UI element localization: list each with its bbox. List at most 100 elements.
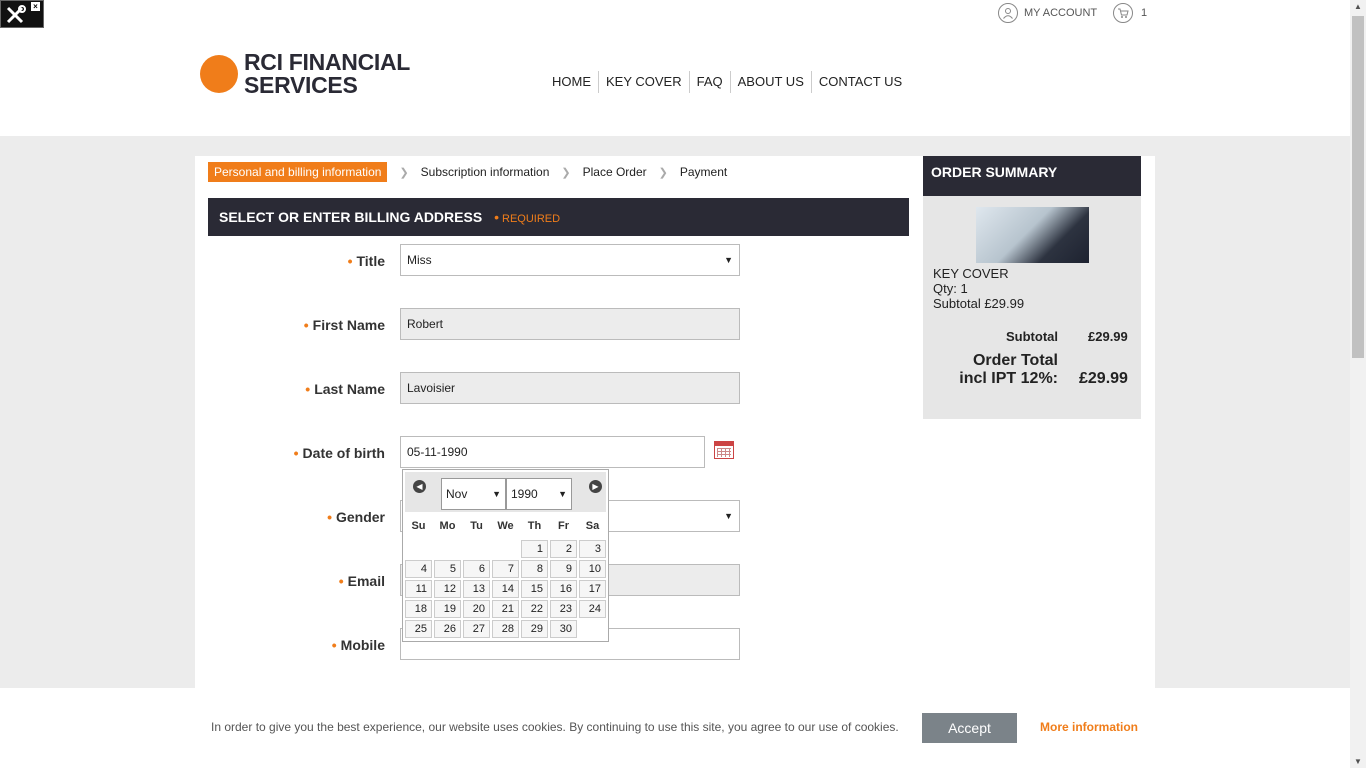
day-cell[interactable]: 26 xyxy=(434,620,461,638)
day-cell[interactable]: 1 xyxy=(521,540,548,558)
day-cell[interactable]: 3 xyxy=(579,540,606,558)
gender-label: • Gender xyxy=(327,509,385,525)
top-bar: MY ACCOUNT 1 xyxy=(0,0,1350,28)
day-cell[interactable]: 25 xyxy=(405,620,432,638)
required-note: • REQUIRED xyxy=(494,209,561,225)
weekday-label: Su xyxy=(411,520,426,532)
weekday-row: Su Mo Tu We Th Fr Sa xyxy=(403,520,608,532)
weekday-label: Tu xyxy=(470,520,483,532)
dob-label: • Date of birth xyxy=(293,445,385,461)
chevron-right-icon: ❯ xyxy=(561,166,571,179)
first-name-label: • First Name xyxy=(303,317,385,333)
day-cell[interactable]: 10 xyxy=(579,560,606,578)
day-cell[interactable]: 30 xyxy=(550,620,577,638)
step-personal-billing[interactable]: Personal and billing information xyxy=(208,162,388,182)
day-cell[interactable]: 12 xyxy=(434,580,461,598)
day-cell[interactable]: 20 xyxy=(463,600,490,618)
title-select[interactable]: Miss ▼ xyxy=(400,244,740,276)
nav-faq[interactable]: FAQ xyxy=(688,71,730,93)
my-account-link[interactable]: MY ACCOUNT xyxy=(998,3,1097,23)
order-summary-heading: ORDER SUMMARY xyxy=(923,156,1141,196)
nav-home[interactable]: HOME xyxy=(545,71,598,93)
logo-text: RCI FINANCIAL SERVICES xyxy=(244,49,411,98)
cookie-message: In order to give you the best experience… xyxy=(211,720,899,734)
day-cell[interactable]: 11 xyxy=(405,580,432,598)
product-image xyxy=(976,207,1089,263)
subtotal-label: Subtotal xyxy=(1006,329,1058,344)
scroll-up-icon[interactable]: ▲ xyxy=(1354,2,1362,11)
datepicker-popup: ◀ Nov ▼ 1990 ▼ ▶ Su Mo Tu We Th Fr Sa 1234567891… xyxy=(402,469,609,642)
chevron-right-icon: ❯ xyxy=(399,166,409,179)
year-select[interactable]: 1990 ▼ xyxy=(506,478,572,510)
day-cell[interactable]: 7 xyxy=(492,560,519,578)
user-icon xyxy=(998,3,1018,23)
day-cell[interactable]: 24 xyxy=(579,600,606,618)
day-cell[interactable]: 8 xyxy=(521,560,548,578)
scrollbar-thumb[interactable] xyxy=(1352,16,1364,358)
title-label: • Title xyxy=(347,253,385,269)
day-cell[interactable]: 21 xyxy=(492,600,519,618)
cookie-banner: In order to give you the best experience… xyxy=(0,688,1350,768)
step-place-order[interactable]: Place Order xyxy=(583,165,647,179)
email-label: • Email xyxy=(338,573,385,589)
section-title: SELECT OR ENTER BILLING ADDRESS xyxy=(219,209,483,225)
nav-contact-us[interactable]: CONTACT US xyxy=(810,71,909,93)
page-scrollbar[interactable]: ▲ ▼ xyxy=(1350,0,1366,768)
nav-key-cover[interactable]: KEY COVER xyxy=(598,71,689,93)
weekday-label: Fr xyxy=(558,520,569,532)
month-select[interactable]: Nov ▼ xyxy=(441,478,506,510)
section-header: SELECT OR ENTER BILLING ADDRESS • REQUIR… xyxy=(208,198,909,236)
day-cell[interactable]: 5 xyxy=(434,560,461,578)
cart-link[interactable]: 1 xyxy=(1113,3,1147,23)
day-cell[interactable]: 27 xyxy=(463,620,490,638)
brand-logo[interactable]: RCI FINANCIAL SERVICES xyxy=(200,51,410,97)
scroll-down-icon[interactable]: ▼ xyxy=(1354,757,1362,766)
weekday-label: Th xyxy=(527,520,542,532)
weekday-label: Mo xyxy=(439,520,456,532)
more-information-link[interactable]: More information xyxy=(1040,720,1138,734)
dropdown-arrow-icon: ▼ xyxy=(558,489,567,499)
dropdown-arrow-icon: ▼ xyxy=(724,511,733,521)
product-name: KEY COVER xyxy=(933,266,1009,281)
last-name-field[interactable]: Lavoisier xyxy=(400,372,740,404)
empty-day-cell xyxy=(405,540,432,558)
day-cell[interactable]: 15 xyxy=(521,580,548,598)
chevron-right-icon: ❯ xyxy=(658,166,668,179)
day-cell[interactable]: 19 xyxy=(434,600,461,618)
product-subtotal: Subtotal £29.99 xyxy=(933,296,1025,311)
day-cell[interactable]: 18 xyxy=(405,600,432,618)
day-cell[interactable]: 2 xyxy=(550,540,577,558)
step-subscription[interactable]: Subscription information xyxy=(421,165,550,179)
day-cell[interactable]: 22 xyxy=(521,600,548,618)
prev-month-icon[interactable]: ◀ xyxy=(413,480,426,493)
day-cell[interactable]: 17 xyxy=(579,580,606,598)
day-cell[interactable]: 4 xyxy=(405,560,432,578)
nav-about-us[interactable]: ABOUT US xyxy=(729,71,811,93)
first-name-field[interactable]: Robert xyxy=(400,308,740,340)
day-cell[interactable]: 23 xyxy=(550,600,577,618)
day-grid: 1 2 3 4 5 6 7 8 9 10 11 12 13 14 15 16 17 18 19 20 21 22 23 24 2… xyxy=(404,539,607,639)
step-payment[interactable]: Payment xyxy=(680,165,727,179)
weekday-label: Sa xyxy=(585,520,600,532)
cart-icon xyxy=(1113,3,1133,23)
order-total-label: Order Total incl IPT 12%: xyxy=(959,352,1058,387)
day-cell[interactable]: 13 xyxy=(463,580,490,598)
day-cell[interactable]: 16 xyxy=(550,580,577,598)
day-cell[interactable]: 6 xyxy=(463,560,490,578)
subtotal-value: £29.99 xyxy=(1088,329,1128,344)
accept-cookies-button[interactable]: Accept xyxy=(922,713,1017,743)
dropdown-arrow-icon: ▼ xyxy=(492,489,501,499)
checkout-steps: Personal and billing information ❯ Subsc… xyxy=(208,162,727,182)
day-cell[interactable]: 28 xyxy=(492,620,519,638)
day-cell[interactable]: 9 xyxy=(550,560,577,578)
mobile-label: • Mobile xyxy=(331,637,385,653)
datepicker-header: ◀ Nov ▼ 1990 ▼ ▶ xyxy=(405,472,606,512)
calendar-icon[interactable] xyxy=(714,441,734,459)
order-total-value: £29.99 xyxy=(1079,370,1128,387)
weekday-label: We xyxy=(497,520,514,532)
day-cell[interactable]: 14 xyxy=(492,580,519,598)
next-month-icon[interactable]: ▶ xyxy=(589,480,602,493)
dob-field[interactable]: 05-11-1990 xyxy=(400,436,705,468)
last-name-label: • Last Name xyxy=(305,381,385,397)
day-cell[interactable]: 29 xyxy=(521,620,548,638)
